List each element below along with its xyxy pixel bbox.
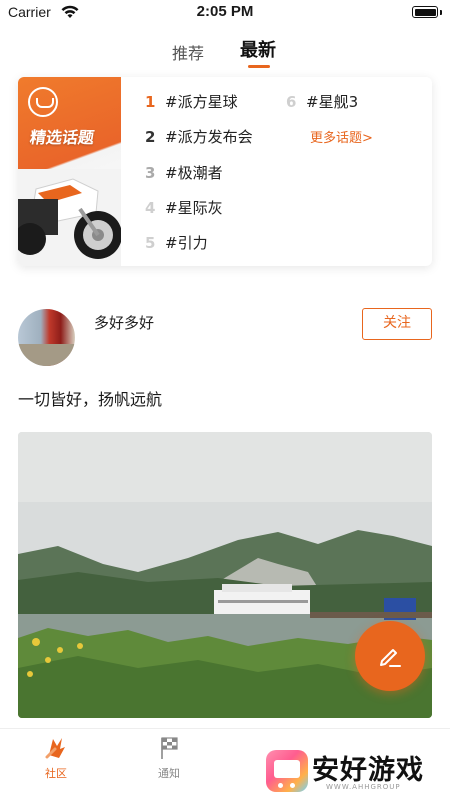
- follow-button[interactable]: 关注: [362, 308, 432, 340]
- site-watermark: 安好游戏 WWW.AHHGROUP: [266, 746, 446, 798]
- banner-title: 精选话题: [28, 128, 96, 147]
- topic-tag: #派方发布会: [165, 128, 253, 146]
- edit-pencil-icon: [380, 649, 401, 667]
- checkered-flag-icon: [161, 737, 178, 759]
- topic-rank: 1: [145, 93, 156, 111]
- topic-item[interactable]: 6 #星舰3: [286, 91, 358, 112]
- topic-tag: #星际灰: [165, 199, 223, 217]
- topic-tag: #引力: [165, 234, 208, 252]
- watermark-url: WWW.AHHGROUP: [326, 783, 401, 791]
- topic-item[interactable]: 3 #极潮者: [145, 162, 223, 183]
- topic-tag: #派方星球: [165, 93, 238, 111]
- topic-tag: #极潮者: [165, 164, 223, 182]
- topic-item[interactable]: 2 #派方发布会: [145, 126, 253, 147]
- hot-topics-card: 精选话题 1 #派方星球 2 #派方发布会 3 #极潮者 4 #星际灰 5 #引力 6 #星…: [18, 77, 432, 266]
- nav-item-community[interactable]: 社区: [26, 735, 86, 781]
- avatar[interactable]: [18, 309, 75, 366]
- topic-rank: 4: [145, 199, 156, 217]
- topic-tag: #星舰3: [306, 93, 359, 111]
- compose-post-button[interactable]: [355, 621, 425, 691]
- post-username[interactable]: 多好多好: [94, 312, 154, 333]
- topic-item[interactable]: 4 #星际灰: [145, 197, 223, 218]
- topic-rank: 2: [145, 128, 156, 146]
- brand-logo-icon: [28, 87, 58, 117]
- battery-icon: [412, 6, 438, 18]
- feed-tabs: 推荐 最新: [0, 36, 450, 70]
- featured-topics-banner[interactable]: 精选话题: [18, 77, 121, 266]
- topic-rank: 5: [145, 234, 156, 252]
- topic-rank: 3: [145, 164, 156, 182]
- watermark-name: 安好游戏: [312, 755, 424, 786]
- battery-tip: [440, 10, 442, 15]
- nav-label-notify: 通知: [158, 767, 180, 780]
- community-icon: [45, 738, 65, 759]
- clock: 2:05 PM: [196, 3, 254, 20]
- more-topics-link[interactable]: 更多话题>: [310, 127, 373, 146]
- nav-label-community: 社区: [45, 767, 67, 780]
- tab-recommend[interactable]: 推荐: [172, 40, 204, 64]
- nav-item-notify[interactable]: 通知: [139, 735, 199, 781]
- tab-latest[interactable]: 最新: [240, 36, 276, 62]
- active-tab-indicator: [248, 65, 270, 68]
- status-bar: Carrier 2:05 PM: [0, 0, 450, 26]
- gamepad-logo-icon: [266, 750, 308, 792]
- post-text: 一切皆好，扬帆远航: [18, 390, 163, 409]
- topic-rank: 6: [286, 93, 297, 111]
- topic-item[interactable]: 1 #派方星球: [145, 91, 238, 112]
- topic-item[interactable]: 5 #引力: [145, 232, 208, 253]
- motorcycle-image: [18, 169, 121, 266]
